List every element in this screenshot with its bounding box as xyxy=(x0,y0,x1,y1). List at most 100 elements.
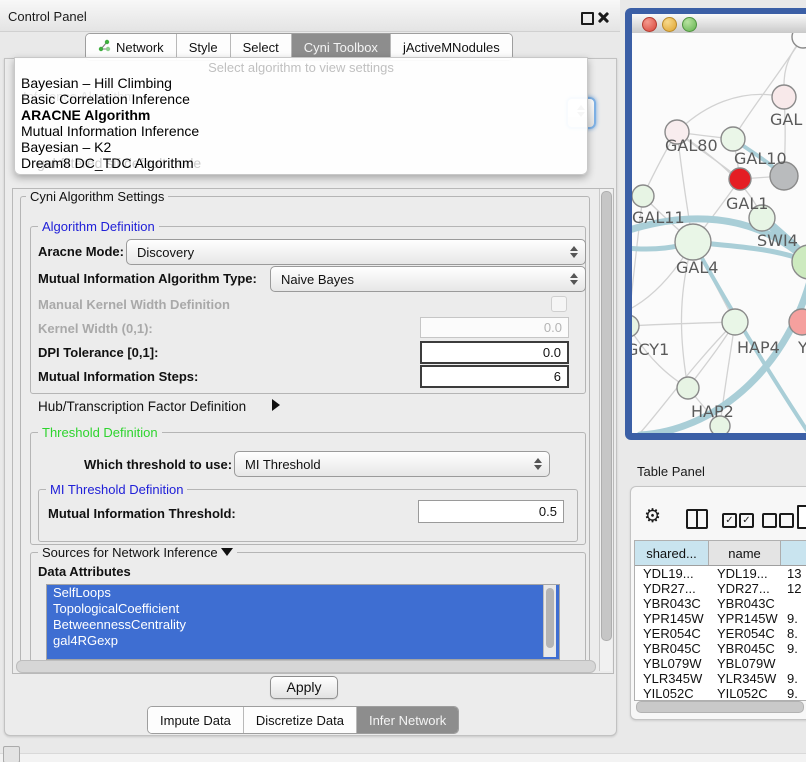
list-scrollbar[interactable] xyxy=(543,585,556,657)
attribute-item-clipped[interactable] xyxy=(47,649,559,660)
column-header[interactable] xyxy=(781,541,806,565)
table-cell: YBR045C xyxy=(709,641,781,656)
attribute-item-topologicalcoefficient[interactable]: TopologicalCoefficient xyxy=(47,601,559,617)
unchecked-checkbox-icon[interactable] xyxy=(762,513,777,528)
mi-steps-input[interactable]: 6 xyxy=(420,365,569,388)
kernel-width-label: Kernel Width (0,1): xyxy=(38,321,153,336)
network-node[interactable] xyxy=(632,185,654,207)
spinner-icon xyxy=(569,246,579,258)
table-row[interactable]: YBR043CYBR043C xyxy=(635,596,806,611)
node-label-gal4: GAL4 xyxy=(676,258,718,277)
tab-impute-data[interactable]: Impute Data xyxy=(148,707,244,733)
table-cell: YPR145W xyxy=(635,611,709,626)
network-node[interactable] xyxy=(729,168,751,190)
manual-kernel-width-checkbox[interactable] xyxy=(551,296,567,312)
settings-vscrollbar-thumb[interactable] xyxy=(601,191,612,641)
network-node[interactable] xyxy=(721,127,745,151)
dpi-tolerance-value: 0.0 xyxy=(543,345,561,360)
tab-infer-network[interactable]: Infer Network xyxy=(357,707,458,733)
network-node[interactable] xyxy=(675,224,711,260)
algorithm-option-bayesian-hill-climbing[interactable]: Bayesian – Hill Climbing xyxy=(21,75,199,91)
tab-label: Infer Network xyxy=(369,713,446,728)
expand-right-icon[interactable] xyxy=(272,399,280,411)
column-header[interactable]: shared... xyxy=(635,541,709,565)
algorithm-option-aracne-algorithm[interactable]: ARACNE Algorithm xyxy=(21,107,199,123)
table-panel-title: Table Panel xyxy=(637,464,705,479)
algorithm-option-mutual-information-inference[interactable]: Mutual Information Inference xyxy=(21,123,199,139)
attribute-item-selfloops[interactable]: SelfLoops xyxy=(47,585,559,601)
table-row[interactable]: YER054CYER054C8. xyxy=(635,626,806,641)
settings-vscrollbar[interactable] xyxy=(599,189,612,671)
tab-label: Select xyxy=(243,40,279,55)
unchecked-checkbox-icon[interactable] xyxy=(779,513,794,528)
checked-checkbox-icon[interactable]: ✓ xyxy=(739,513,754,528)
table-cell: YLR345W xyxy=(709,671,781,686)
threshold-definition-title: Threshold Definition xyxy=(38,425,162,440)
tab-label: Discretize Data xyxy=(256,713,344,728)
spinner-icon xyxy=(533,458,543,470)
network-edge[interactable] xyxy=(632,322,735,326)
spinner-icon xyxy=(569,273,579,285)
table-cell: YBL079W xyxy=(709,656,781,671)
zoom-traffic-light[interactable] xyxy=(682,17,697,32)
network-node[interactable] xyxy=(677,377,699,399)
algorithm-definition-title: Algorithm Definition xyxy=(38,219,159,234)
network-icon xyxy=(98,39,111,55)
data-attributes-list[interactable]: SelfLoopsTopologicalCoefficientBetweenne… xyxy=(46,584,560,660)
kernel-width-input[interactable]: 0.0 xyxy=(420,317,569,338)
network-node[interactable] xyxy=(772,85,796,109)
float-window-icon[interactable] xyxy=(581,12,594,25)
minimized-panel-icon[interactable] xyxy=(3,746,20,762)
table-row[interactable]: YBL079WYBL079W xyxy=(635,656,806,671)
network-node[interactable] xyxy=(632,315,639,337)
table-row[interactable]: YPR145WYPR145W9. xyxy=(635,611,806,626)
algorithm-list: Bayesian – Hill ClimbingBasic Correlatio… xyxy=(21,75,199,171)
algorithm-option-bayesian-k2[interactable]: Bayesian – K2 xyxy=(21,139,199,155)
close-icon[interactable] xyxy=(597,11,609,23)
network-node[interactable] xyxy=(722,309,748,335)
document-icon[interactable] xyxy=(797,505,806,529)
tab-label: Network xyxy=(116,40,164,55)
sources-group-title[interactable]: Sources for Network Inference xyxy=(38,545,237,560)
close-traffic-light[interactable] xyxy=(642,17,657,32)
table-row[interactable]: YLR345WYLR345W9. xyxy=(635,671,806,686)
table-hscrollbar-thumb[interactable] xyxy=(636,701,804,713)
list-scrollbar-thumb[interactable] xyxy=(546,588,554,648)
apply-button[interactable]: Apply xyxy=(270,676,338,699)
table-row[interactable]: YDR27...YDR27...12 xyxy=(635,581,806,596)
table-cell: 13 xyxy=(781,566,806,581)
table-row[interactable]: YDL19...YDL19...13 xyxy=(635,566,806,581)
screen: Control Panel NetworkStyleSelectCyni Too… xyxy=(0,0,806,762)
mi-algorithm-type-select[interactable]: Naive Bayes xyxy=(270,266,586,292)
node-label-gal: GAL xyxy=(770,110,802,129)
column-header[interactable]: name xyxy=(709,541,781,565)
hub-definition-toggle[interactable]: Hub/Transcription Factor Definition xyxy=(38,399,246,414)
table-cell: 8. xyxy=(781,626,806,641)
table-row[interactable]: YIL052CYIL052C9. xyxy=(635,686,806,701)
minimize-traffic-light[interactable] xyxy=(662,17,677,32)
mi-threshold-input[interactable]: 0.5 xyxy=(418,500,564,523)
network-canvas[interactable]: GALGAL80GAL10GAL1GAL11SWI4GAL4GCY1HAP4YH… xyxy=(632,33,806,433)
network-node[interactable] xyxy=(792,33,806,48)
settings-hscrollbar-thumb[interactable] xyxy=(16,660,596,673)
network-window-titlebar[interactable] xyxy=(632,14,806,34)
checked-checkbox-icon[interactable]: ✓ xyxy=(722,513,737,528)
algorithm-option-basic-correlation-inference[interactable]: Basic Correlation Inference xyxy=(21,91,199,107)
table-cell: YIL052C xyxy=(709,686,781,701)
which-threshold-select[interactable]: MI Threshold xyxy=(234,451,550,477)
network-edge[interactable] xyxy=(677,94,784,132)
status-bar xyxy=(0,753,806,762)
split-view-icon[interactable] xyxy=(686,509,708,529)
table-row[interactable]: YBR045CYBR045C9. xyxy=(635,641,806,656)
algorithm-option-dream8-dc-tdc-algorithm[interactable]: Dream8 DC_TDC Algorithm xyxy=(21,155,199,171)
tab-discretize-data[interactable]: Discretize Data xyxy=(244,707,357,733)
attribute-item-gal4rgexp[interactable]: gal4RGexp xyxy=(47,633,559,649)
gear-icon[interactable]: ⚙ xyxy=(644,505,661,527)
dpi-tolerance-input[interactable]: 0.0 xyxy=(420,341,569,364)
tab-label: Cyni Toolbox xyxy=(304,40,378,55)
bottom-tab-bar: Impute Data Discretize Data Infer Network xyxy=(147,706,459,734)
aracne-mode-select[interactable]: Discovery xyxy=(126,239,586,265)
mi-algorithm-type-value: Naive Bayes xyxy=(281,272,569,287)
attribute-item-betweennesscentrality[interactable]: BetweennessCentrality xyxy=(47,617,559,633)
table-cell: YLR345W xyxy=(635,671,709,686)
